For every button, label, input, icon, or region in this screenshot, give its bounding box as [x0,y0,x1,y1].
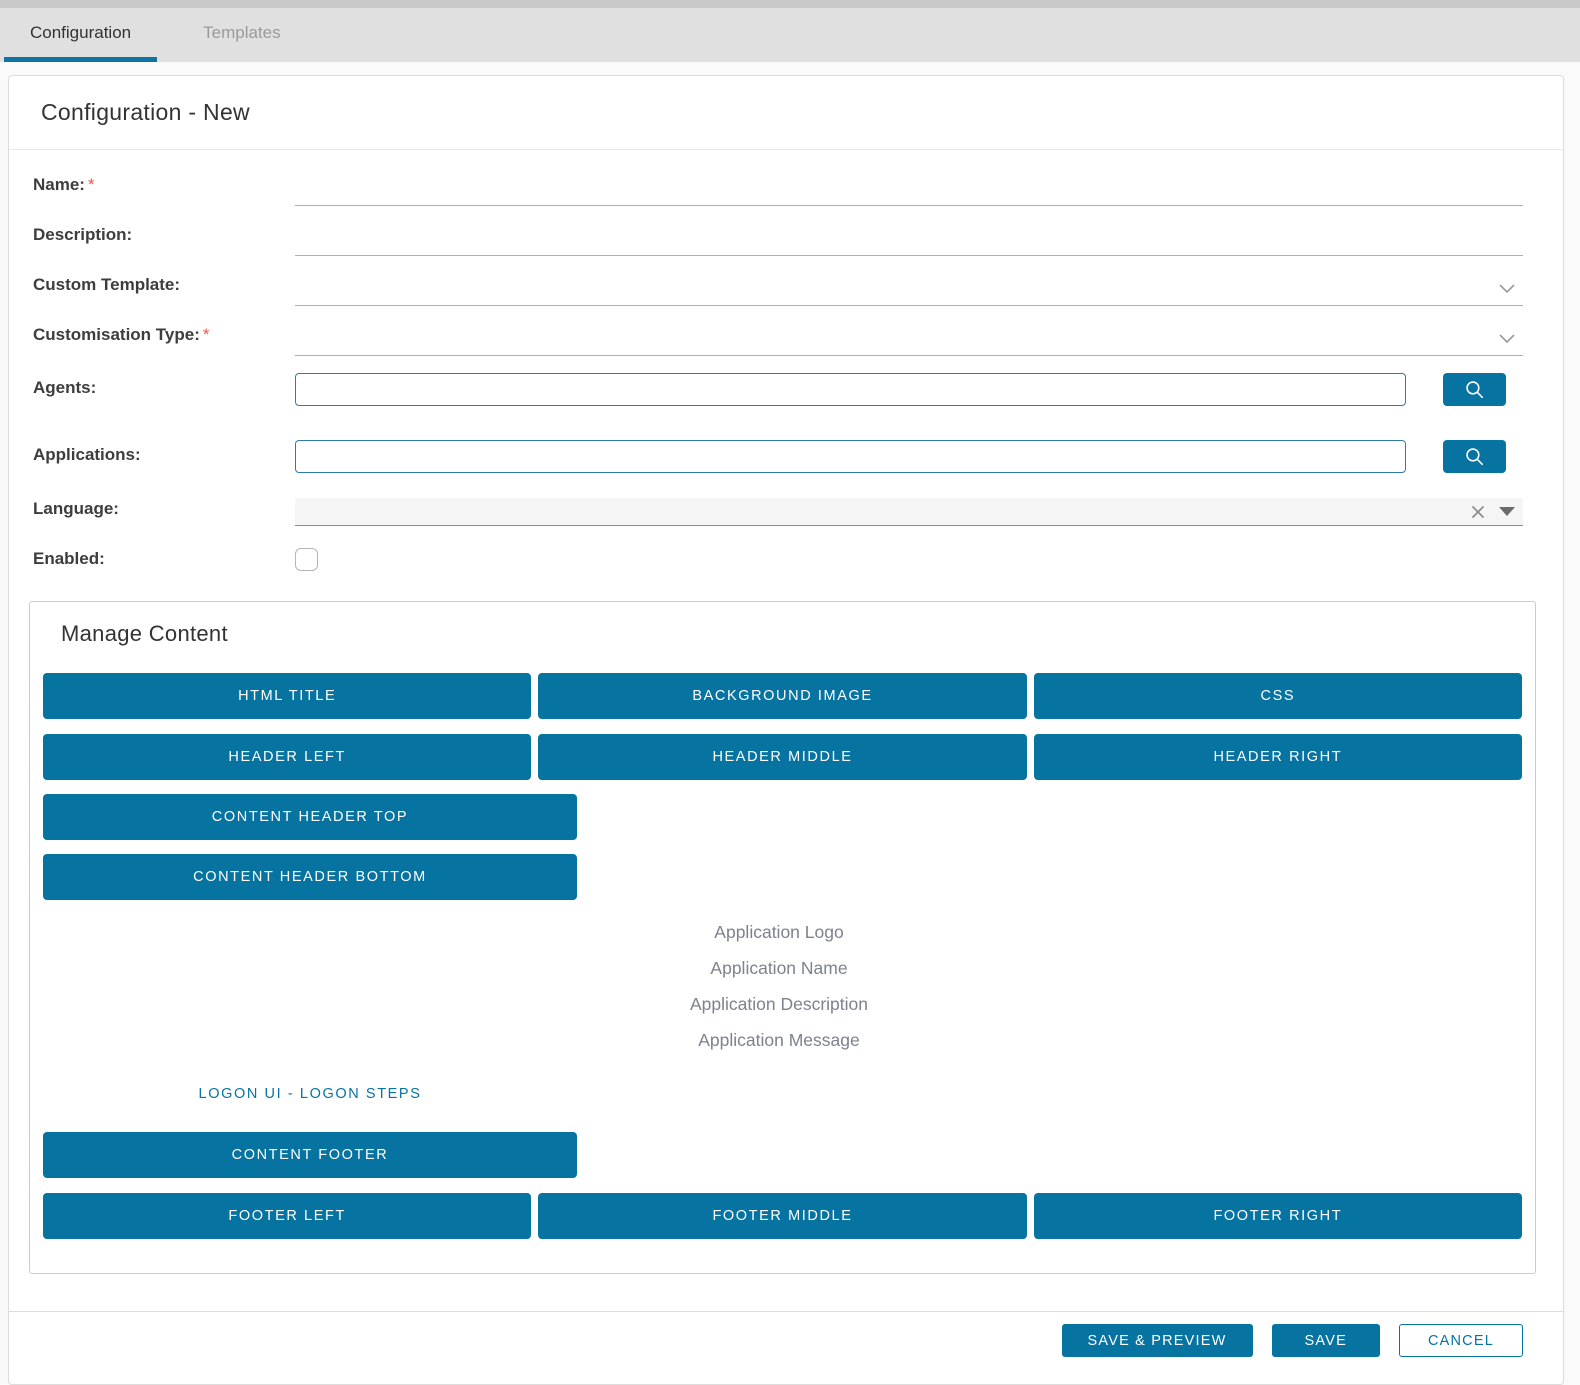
application-name-placeholder: Application Name [538,950,1020,986]
search-icon [1464,446,1485,467]
description-label: Description: [33,225,295,256]
footer-right-button[interactable]: FOOTER RIGHT [1034,1193,1522,1239]
content-header-top-button[interactable]: CONTENT HEADER TOP [43,794,577,840]
language-field-row: Language: [33,473,1523,526]
application-logo-placeholder: Application Logo [538,914,1020,950]
search-icon [1464,379,1485,400]
chevron-down-icon [1499,334,1515,343]
applications-control [295,440,1523,473]
window-top-strip [0,0,1580,8]
footer-left-button[interactable]: FOOTER LEFT [43,1193,531,1239]
custom-template-label: Custom Template: [33,275,295,306]
clear-icon[interactable] [1471,505,1485,519]
agents-field-row: Agents: [33,356,1523,406]
customisation-type-input[interactable] [295,325,1523,355]
name-input-wrap [295,156,1523,206]
agents-input[interactable] [295,373,1406,406]
applications-field-row: Applications: [33,406,1523,473]
footer-middle-button[interactable]: FOOTER MIDDLE [538,1193,1026,1239]
chevron-down-icon [1499,284,1515,293]
application-placeholders: Application Logo Application Name Applic… [538,914,1020,1058]
application-message-placeholder: Application Message [538,1022,1020,1058]
panel-footer: SAVE & PREVIEW SAVE CANCEL [9,1311,1563,1384]
enabled-control [295,548,318,571]
tab-configuration-label: Configuration [30,23,131,43]
description-input-wrap [295,206,1523,256]
application-description-placeholder: Application Description [538,986,1020,1022]
cancel-button[interactable]: CANCEL [1399,1324,1523,1357]
tab-bar: Configuration Templates [0,8,1580,62]
description-input[interactable] [295,225,1523,255]
name-input[interactable] [295,175,1523,205]
description-field-row: Description: [33,206,1523,256]
panel-header: Configuration - New [9,76,1563,150]
manage-content-section: Manage Content HTML TITLE BACKGROUND IMA… [29,601,1536,1274]
applications-search-button[interactable] [1443,440,1506,473]
content-footer-button[interactable]: CONTENT FOOTER [43,1132,577,1178]
customisation-type-field-row: Customisation Type:* [33,306,1523,356]
agents-search-button[interactable] [1443,373,1506,406]
configuration-panel: Configuration - New Name:* Description: … [8,75,1564,1385]
header-left-button[interactable]: HEADER LEFT [43,734,531,780]
language-label: Language: [33,499,295,526]
save-button[interactable]: SAVE [1272,1324,1380,1357]
language-select[interactable] [295,498,1523,526]
customisation-type-label: Customisation Type:* [33,325,295,356]
agents-control [295,373,1523,406]
custom-template-select[interactable] [295,256,1523,306]
footer-buttons-grid: FOOTER LEFT FOOTER MIDDLE FOOTER RIGHT [43,1193,1522,1239]
agents-label: Agents: [33,378,295,406]
header-right-button[interactable]: HEADER RIGHT [1034,734,1522,780]
required-asterisk: * [88,175,95,194]
required-asterisk: * [203,325,210,344]
tab-templates-label: Templates [203,23,280,43]
name-label: Name:* [33,175,295,206]
caret-down-icon[interactable] [1499,507,1515,516]
enabled-checkbox[interactable] [295,548,318,571]
customisation-type-select[interactable] [295,306,1523,356]
custom-template-field-row: Custom Template: [33,256,1523,306]
content-preview-zone: Application Logo Application Name Applic… [43,900,1522,1118]
custom-template-input[interactable] [295,275,1523,305]
save-and-preview-button[interactable]: SAVE & PREVIEW [1062,1324,1253,1357]
enabled-label: Enabled: [33,549,295,571]
css-button[interactable]: CSS [1034,673,1522,719]
background-image-button[interactable]: BACKGROUND IMAGE [538,673,1026,719]
content-header-bottom-button[interactable]: CONTENT HEADER BOTTOM [43,854,577,900]
enabled-field-row: Enabled: [33,526,1523,571]
applications-label: Applications: [33,445,295,473]
logon-ui-logon-steps-link[interactable]: LOGON UI - LOGON STEPS [43,1086,577,1102]
manage-content-title: Manage Content [61,621,1522,647]
page-title: Configuration - New [41,99,250,126]
name-field-row: Name:* [33,156,1523,206]
html-title-button[interactable]: HTML TITLE [43,673,531,719]
applications-input[interactable] [295,440,1406,473]
configuration-form: Name:* Description: Custom Template: [9,150,1563,571]
manage-content-grid: HTML TITLE BACKGROUND IMAGE CSS HEADER L… [43,673,1522,780]
tab-templates[interactable]: Templates [177,8,306,62]
tab-configuration[interactable]: Configuration [4,8,157,62]
header-middle-button[interactable]: HEADER MIDDLE [538,734,1026,780]
